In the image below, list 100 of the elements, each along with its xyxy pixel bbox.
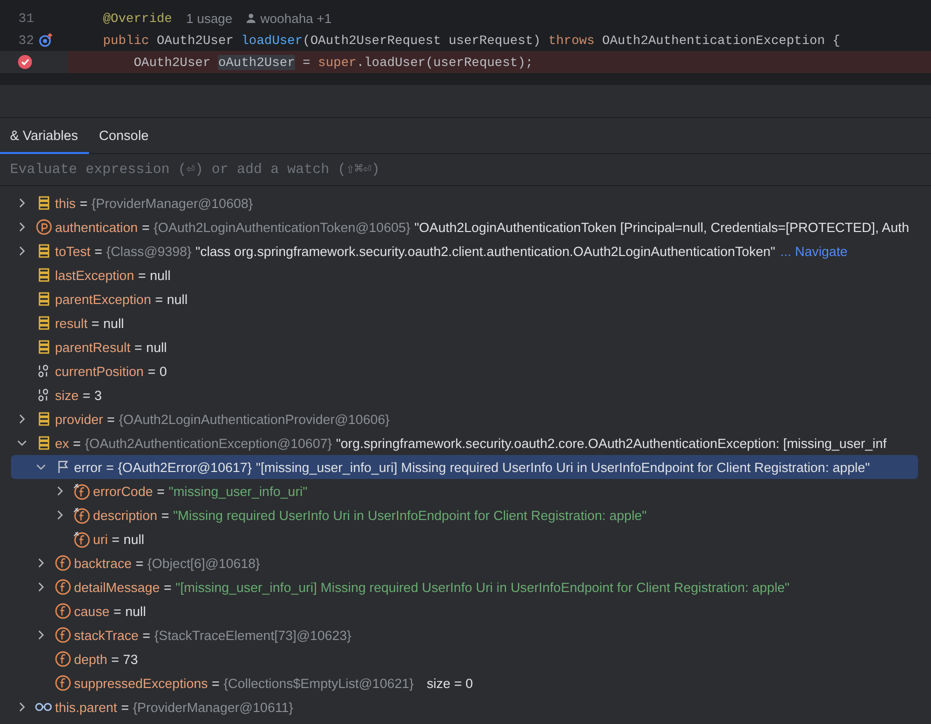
equals-sign: = — [111, 652, 120, 666]
variable-row[interactable]: description = "Missing required UserInfo Uri in UserInfoEndpoint for Client Registration: apple" — [11, 503, 918, 527]
variable-row[interactable]: toTest = {Class@9398} "class org.springframework.security.oauth2.client.authentication.OAuth2LoginAuthenticationToken" ... Navigate — [11, 239, 918, 263]
expand-chevron-icon[interactable] — [37, 582, 45, 592]
variable-name: uri — [93, 532, 108, 546]
variable-icon — [36, 268, 50, 282]
variable-row[interactable]: parentResult = null — [11, 335, 918, 359]
variable-name: authentication — [55, 220, 138, 234]
variable-row[interactable]: cause = null — [11, 599, 918, 623]
variable-row[interactable]: parentException = null — [11, 287, 918, 311]
variable-name: cause — [74, 604, 110, 618]
expand-chevron-icon[interactable] — [37, 630, 45, 640]
person-icon — [246, 13, 256, 23]
object-reference: {OAuth2LoginAuthenticationToken@10605} — [154, 220, 410, 234]
variable-name: suppressedExceptions — [74, 676, 208, 690]
variable-value: 0 — [159, 364, 167, 378]
expand-chevron-icon[interactable] — [56, 486, 64, 496]
variable-icon — [36, 340, 50, 354]
variable-row[interactable]: currentPosition = 0 — [11, 359, 918, 383]
variable-value: 73 — [123, 652, 138, 666]
expand-chevron-icon[interactable] — [18, 414, 26, 424]
variable-name: this.parent — [55, 700, 118, 714]
variable-row[interactable]: size = 3 — [11, 383, 918, 407]
variable-icon — [36, 196, 50, 210]
variable-row[interactable]: uri = null — [11, 527, 918, 551]
variable-name: detailMessage — [74, 580, 160, 594]
variable-name: result — [55, 316, 88, 330]
expand-chevron-icon[interactable] — [18, 198, 26, 208]
expand-chevron-icon[interactable] — [18, 222, 26, 232]
variable-row[interactable]: backtrace = {Object[6]@10618} — [11, 551, 918, 575]
variable-row[interactable]: this = {ProviderManager@10608} — [11, 191, 918, 215]
variable-name: errorCode — [93, 484, 153, 498]
variable-name: description — [93, 508, 158, 522]
variable-row[interactable]: stackTrace = {StackTraceElement[73]@10623} — [11, 623, 918, 647]
variable-value: null — [150, 268, 171, 282]
variable-name: backtrace — [74, 556, 132, 570]
variable-name: lastException — [55, 268, 134, 282]
panel-tab[interactable]: Console — [89, 118, 159, 154]
line-number: 32 — [17, 32, 34, 48]
variable-row[interactable]: suppressedExceptions = {Collections$EmptyList@10621} size = 0 — [11, 671, 918, 695]
object-reference: {OAuth2AuthenticationException@10607} — [84, 436, 332, 450]
variable-icon — [36, 412, 50, 426]
variable-row[interactable]: lastException = null — [11, 263, 918, 287]
equals-sign: = — [155, 292, 163, 306]
parameter-icon — [36, 219, 52, 235]
collapse-chevron-icon[interactable] — [17, 439, 27, 447]
variable-name: size — [55, 388, 79, 402]
equals-sign: = — [142, 628, 150, 642]
expand-chevron-icon[interactable] — [37, 558, 45, 568]
string-value: "missing_user_info_uri" — [168, 484, 308, 498]
equals-sign: = — [92, 316, 100, 330]
variable-row[interactable]: ex = {OAuth2AuthenticationException@10607} "org.springframework.security.oauth2.core.OAuth2AuthenticationException: [missing_user_inf — [11, 431, 918, 455]
object-reference: {ProviderManager@10608} — [91, 196, 253, 210]
final-field-icon — [73, 506, 90, 524]
binary-icon — [36, 388, 50, 402]
breakpoint-icon[interactable] — [18, 55, 32, 69]
equals-sign: = — [94, 244, 102, 258]
variable-row[interactable]: provider = {OAuth2LoginAuthenticationProvider@10606} — [11, 407, 918, 431]
binary-icon — [36, 364, 50, 378]
equals-sign: = — [161, 508, 170, 522]
variable-row[interactable]: errorCode = "missing_user_info_uri" — [11, 479, 918, 503]
variable-row[interactable]: error = {OAuth2Error@10617} "[missing_user_info_uri] Missing required UserInfo Uri in UserInfoEndpoint for Client Registration: apple" — [11, 455, 918, 479]
string-value: "Missing required UserInfo Uri in UserInfoEndpoint for Client Registration: apple" — [173, 508, 647, 522]
collapse-chevron-icon[interactable] — [36, 463, 46, 471]
usage-hint[interactable]: 1 usage — [186, 10, 232, 26]
object-reference: {ProviderManager@10611} — [132, 700, 294, 714]
equals-sign: = — [148, 364, 156, 378]
field-icon — [54, 627, 70, 643]
variable-value: null — [103, 316, 124, 330]
author-hint[interactable]: woohaha +1 — [246, 10, 332, 26]
variable-row[interactable]: depth = 73 — [11, 647, 918, 671]
variable-row[interactable]: detailMessage = "[missing_user_info_uri] Missing required UserInfo Uri in UserInfoEndpoint for Client Registration: apple" — [11, 575, 918, 599]
field-icon — [54, 603, 70, 619]
variable-value: null — [124, 532, 144, 546]
equals-sign: = — [73, 436, 81, 450]
equals-sign: = — [121, 700, 129, 714]
variable-value: 3 — [94, 388, 102, 402]
variable-name: parentException — [55, 292, 152, 306]
variable-icon — [36, 292, 50, 306]
variable-row[interactable]: this.parent = {ProviderManager@10611} — [11, 695, 918, 719]
object-reference: {Object[6]@10618} — [147, 556, 260, 570]
variable-row[interactable]: result = null — [11, 311, 918, 335]
variable-name: error — [74, 460, 102, 474]
variable-icon — [36, 244, 50, 258]
implements-icon[interactable] — [39, 33, 53, 47]
expand-chevron-icon[interactable] — [18, 246, 26, 256]
variable-row[interactable]: authentication = {OAuth2LoginAuthenticationToken@10605} "OAuth2LoginAuthenticationToken [Principal=null, Credentials=[PROTECTED], Auth — [11, 215, 918, 239]
watch-icon — [35, 701, 52, 713]
variable-name: currentPosition — [55, 364, 144, 378]
variable-name: provider — [55, 412, 104, 426]
object-reference: {OAuth2Error@10617} — [118, 460, 252, 474]
expand-chevron-icon[interactable] — [56, 510, 64, 520]
variable-value: "org.springframework.security.oauth2.core.OAuth2AuthenticationException: [missing_user_inf — [336, 436, 887, 450]
equals-sign: = — [142, 220, 150, 234]
equals-sign: = — [80, 196, 88, 210]
expand-chevron-icon[interactable] — [18, 702, 26, 712]
object-reference: {StackTraceElement[73]@10623} — [154, 628, 352, 642]
code-line: @Override 1 usage woohaha +1 — [102, 10, 333, 28]
object-reference: {Class@9398} — [106, 244, 192, 258]
navigate-link[interactable]: ... Navigate — [780, 244, 848, 258]
